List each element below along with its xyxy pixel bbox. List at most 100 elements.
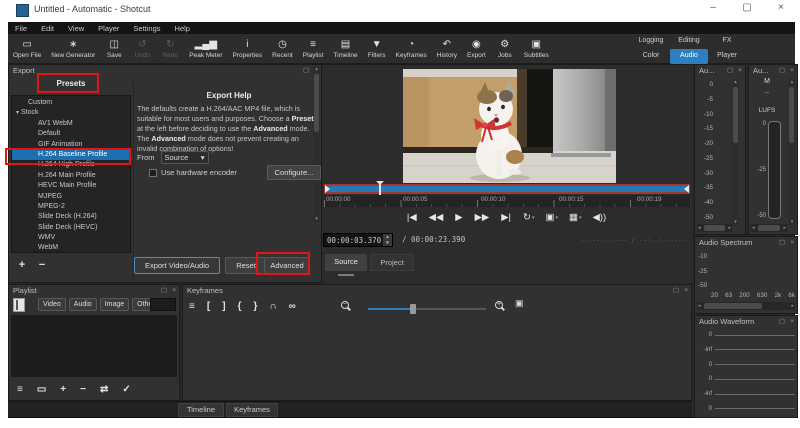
scrub-while-dragging-button[interactable]: ∞	[289, 301, 296, 312]
grid-button[interactable]: ▦▾	[569, 212, 582, 223]
in-out-marker-button[interactable]: ▣▾	[545, 212, 558, 223]
float-icon[interactable]: ▢	[303, 66, 309, 75]
update-button[interactable]: ⇄	[100, 384, 108, 395]
menu-item[interactable]: Player	[91, 24, 126, 33]
set-first-keyframe-button[interactable]: {	[238, 301, 242, 312]
preset-item[interactable]: Default	[12, 129, 130, 139]
play-button[interactable]: ▶	[455, 212, 463, 223]
undo-button[interactable]: ↺ Undo	[128, 34, 156, 64]
preset-item[interactable]: ▾Stock	[12, 108, 130, 118]
from-dropdown[interactable]: Source ▾	[161, 151, 209, 164]
fast-forward-button[interactable]: ▶▶	[475, 212, 491, 223]
close-icon[interactable]: ×	[172, 286, 176, 295]
position-timecode-field[interactable]: 00:00:03.370 ▲▼	[323, 233, 393, 247]
set-second-keyframe-button[interactable]: }	[253, 301, 257, 312]
scroll-left-icon[interactable]: ◂	[698, 302, 701, 310]
close-icon[interactable]: ×	[790, 66, 794, 75]
preset-item[interactable]: Slide Deck (H.264)	[12, 212, 130, 222]
float-icon[interactable]: ▢	[727, 66, 733, 75]
close-icon[interactable]: ×	[738, 66, 742, 75]
set-filter-end-button[interactable]: ]	[222, 301, 225, 312]
close-button[interactable]: ×	[774, 2, 788, 13]
snap-button[interactable]: ∩	[269, 301, 276, 312]
keyframes-button[interactable]: ◔ Keyframes	[391, 34, 432, 64]
open-file-button[interactable]: ▭ Open File	[8, 34, 46, 64]
layout-button[interactable]: Editing	[670, 34, 708, 49]
zoom-slider-handle[interactable]	[410, 304, 416, 314]
float-icon[interactable]: ▢	[779, 317, 785, 326]
add-to-playlist-button[interactable]: +	[60, 384, 66, 395]
preset-item[interactable]: Custom	[12, 98, 130, 108]
add-preset-button[interactable]: +	[15, 259, 29, 272]
open-as-clip-button[interactable]: ▭	[37, 384, 46, 395]
jobs-button[interactable]: ⚙ Jobs	[491, 34, 519, 64]
spin-down-icon[interactable]: ▼	[383, 240, 392, 246]
configure-button[interactable]: Configure...	[267, 165, 321, 180]
menu-item[interactable]: View	[61, 24, 91, 33]
playlist-filter-tab[interactable]: Audio	[69, 298, 97, 311]
float-icon[interactable]: ▢	[779, 66, 785, 75]
timeline-button[interactable]: ▤ Timeline	[328, 34, 362, 64]
skip-previous-button[interactable]: |◀	[407, 212, 418, 223]
subtitles-button[interactable]: ▣ Subtitles	[519, 34, 554, 64]
scrollbar-thumb[interactable]	[733, 87, 738, 143]
playlist-button[interactable]: ≡ Playlist	[298, 34, 329, 64]
keyframes-menu-button[interactable]: ≡	[189, 301, 195, 312]
bottom-tab[interactable]: Timeline	[178, 403, 224, 417]
timecode-spinner[interactable]: ▲▼	[383, 234, 392, 246]
export-video-audio-button[interactable]: Export Video/Audio	[134, 257, 220, 274]
menu-item[interactable]: Help	[168, 24, 197, 33]
rewind-button[interactable]: ◀◀	[429, 212, 445, 223]
redo-button[interactable]: ↻ Redo	[156, 34, 184, 64]
recent-button[interactable]: ◷ Recent	[267, 34, 298, 64]
properties-button[interactable]: i Properties	[228, 34, 268, 64]
menu-item[interactable]: Edit	[34, 24, 61, 33]
scroll-down-icon[interactable]: ▾	[313, 216, 320, 222]
view-details-icon[interactable]	[13, 298, 25, 312]
volume-button[interactable]: ◀))	[592, 212, 607, 223]
scroll-left-icon[interactable]: ◂	[752, 224, 755, 232]
float-icon[interactable]: ▢	[673, 286, 679, 295]
scroll-up-icon[interactable]: ▴	[313, 66, 320, 72]
new-generator-button[interactable]: ∗ New Generator	[46, 34, 100, 64]
zoom-in-icon[interactable]: +	[495, 301, 503, 309]
history-button[interactable]: ↶ History	[432, 34, 462, 64]
menu-item[interactable]: Settings	[126, 24, 167, 33]
trim-out-marker[interactable]	[684, 185, 689, 193]
set-filter-start-button[interactable]: [	[207, 301, 210, 312]
layout-button[interactable]: Color	[632, 49, 670, 64]
select-playlist-item-button[interactable]: ✓	[122, 384, 130, 395]
playlist-filter-tab[interactable]: Image	[100, 298, 129, 311]
scroll-down-icon[interactable]: ▾	[732, 219, 739, 225]
zoom-fit-icon[interactable]: ▣	[515, 298, 524, 309]
preset-item[interactable]: AV1 WebM	[12, 119, 130, 129]
hardware-encoder-checkbox[interactable]	[149, 169, 157, 177]
zoom-out-icon[interactable]: −	[341, 301, 349, 309]
scroll-right-icon[interactable]: ▸	[783, 224, 786, 232]
scroll-right-icon[interactable]: ▸	[728, 224, 731, 232]
tab-project[interactable]: Project	[370, 254, 414, 271]
layout-button[interactable]: Audio	[670, 49, 708, 64]
scrollbar-thumb[interactable]	[789, 87, 794, 143]
scroll-right-icon[interactable]: ▸	[791, 302, 794, 310]
save-button[interactable]: ◫ Save	[100, 34, 128, 64]
maximize-button[interactable]: ▢	[740, 2, 754, 13]
preset-item[interactable]: H.264 Main Profile	[12, 171, 130, 181]
loudness-scrollbar[interactable]: ▴ ▾	[788, 79, 796, 225]
playlist-filter-tab[interactable]: Video	[38, 298, 66, 311]
scroll-up-icon[interactable]: ▴	[788, 79, 796, 85]
export-button[interactable]: ◉ Export	[462, 34, 491, 64]
scroll-down-icon[interactable]: ▾	[788, 219, 796, 225]
loudness-hscrollbar[interactable]: ◂ ▸	[751, 224, 787, 232]
peak-meter-scrollbar[interactable]: ▴ ▾	[732, 79, 739, 225]
layout-button[interactable]: Logging	[632, 34, 670, 49]
tab-source[interactable]: Source	[325, 254, 367, 271]
skip-next-button[interactable]: ▶|	[501, 212, 512, 223]
playlist-search-field[interactable]	[150, 298, 176, 311]
scrollbar-thumb[interactable]	[704, 225, 725, 231]
layout-button[interactable]: Player	[708, 49, 746, 64]
remove-preset-button[interactable]: −	[35, 259, 49, 272]
scrubber-bar[interactable]	[324, 184, 690, 194]
bottom-tab[interactable]: Keyframes	[226, 403, 278, 417]
menu-item[interactable]: File	[8, 24, 34, 33]
